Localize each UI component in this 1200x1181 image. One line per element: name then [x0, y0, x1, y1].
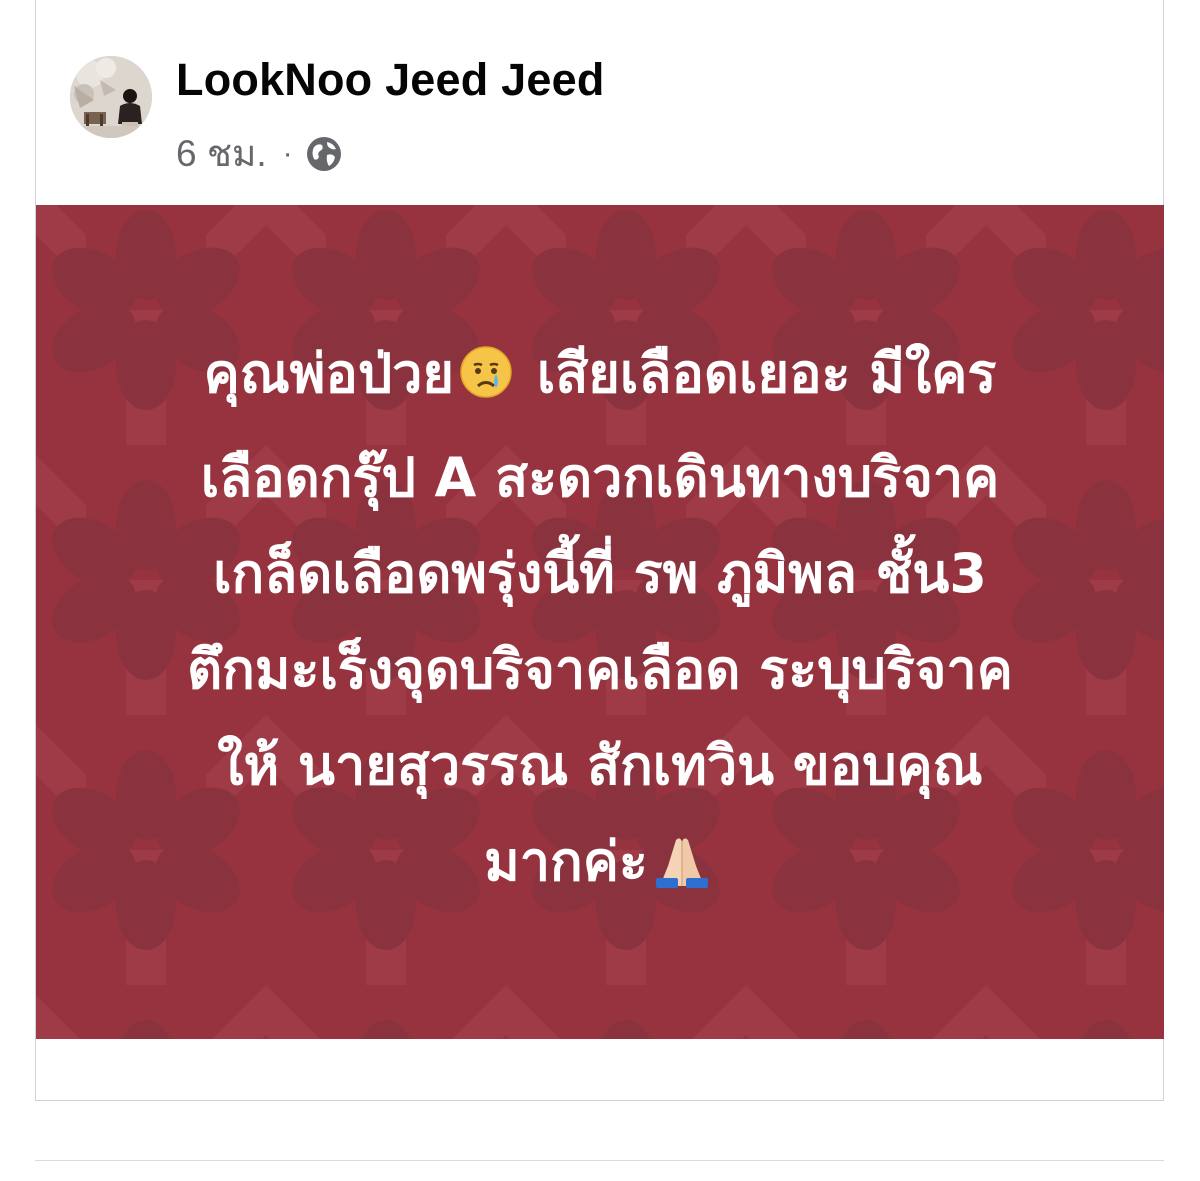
post-text-block: คุณพ่อป่วย เสียเลือดเยอะ มีใคร เลือดกรุ๊… — [36, 205, 1164, 1039]
post-text-segment: มากค่ะ — [484, 830, 648, 893]
page: LookNoo Jeed Jeed 6 ชม. · คุณพ่อป่วย เสี… — [0, 0, 1200, 1181]
post-text-line: เกล็ดเลือดพรุ่งนี้ที่ รพ ภูมิพล ชั้น3 — [213, 542, 987, 605]
post-timestamp[interactable]: 6 ชม. — [176, 124, 267, 183]
post-text-segment: คุณพ่อป่วย — [203, 342, 455, 405]
globe-icon[interactable] — [305, 135, 343, 173]
post-meta: 6 ชม. · — [176, 124, 343, 183]
post-text-segment: เสียเลือดเยอะ มีใคร — [518, 342, 997, 405]
feed-divider — [35, 1160, 1164, 1161]
avatar[interactable] — [70, 56, 152, 138]
avatar-photo — [70, 56, 152, 138]
post-text-line: คุณพ่อป่วย เสียเลือดเยอะ มีใคร — [204, 326, 997, 430]
post-text-line: มากค่ะ — [484, 814, 716, 918]
post-card: LookNoo Jeed Jeed 6 ชม. · คุณพ่อป่วย เสี… — [35, 0, 1164, 1101]
crying-face-emoji — [458, 334, 514, 430]
post-text-line: เลือดกรุ๊ป A สะดวกเดินทางบริจาค — [200, 446, 1000, 509]
post-header: LookNoo Jeed Jeed 6 ชม. · — [36, 0, 1163, 205]
author-name[interactable]: LookNoo Jeed Jeed — [176, 54, 605, 106]
post-text-line: ตึกมะเร็งจุดบริจาคเลือด ระบุบริจาค — [187, 638, 1013, 701]
post-text-line: ให้ นายสุวรรณ สักเทวิน ขอบคุณ — [217, 734, 983, 797]
meta-separator: · — [282, 136, 293, 170]
folded-hands-emoji — [652, 822, 712, 918]
post-background-image[interactable]: คุณพ่อป่วย เสียเลือดเยอะ มีใคร เลือดกรุ๊… — [36, 205, 1164, 1039]
